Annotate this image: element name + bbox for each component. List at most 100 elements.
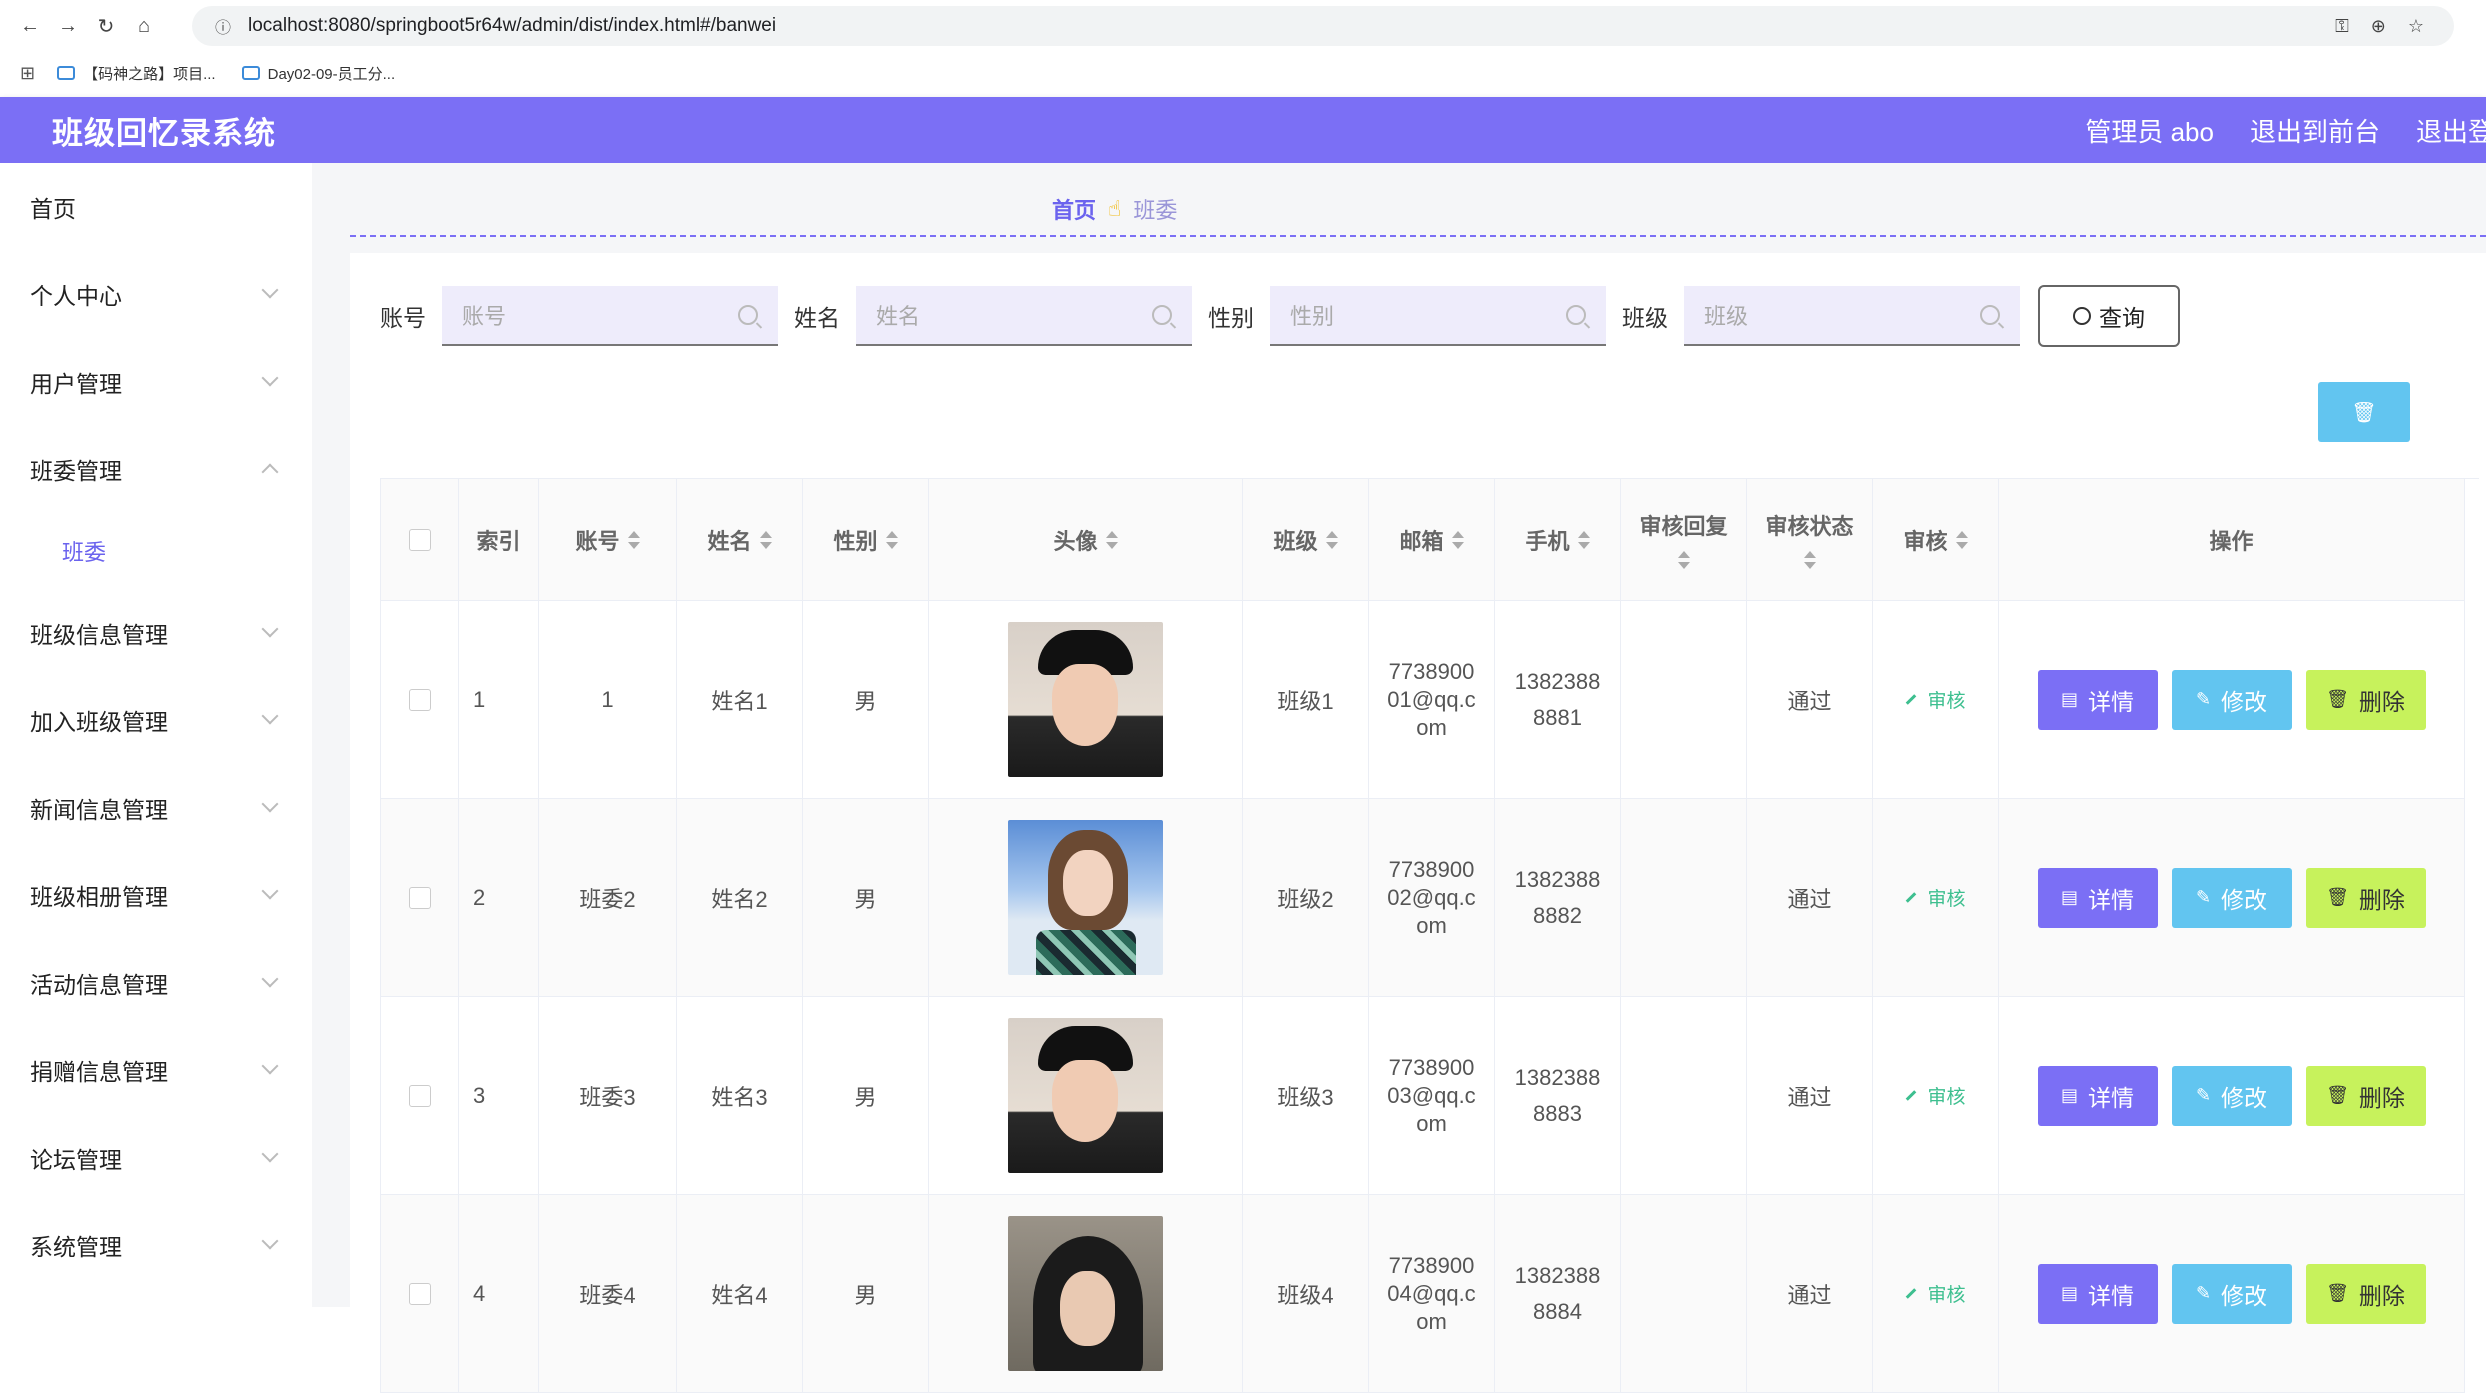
column-header-phone[interactable]: 手机 xyxy=(1495,479,1621,601)
row-checkbox[interactable] xyxy=(408,1282,431,1305)
email-line: 7738900 xyxy=(1388,1252,1475,1278)
column-header-reply[interactable]: 审核回复 xyxy=(1621,479,1747,601)
cell-gender: 男 xyxy=(803,601,929,799)
edit-button[interactable]: ✎ 修改 xyxy=(2171,669,2292,730)
column-header-audit[interactable]: 审核 xyxy=(1873,479,1999,601)
detail-button[interactable]: ▤ 详情 xyxy=(2037,1263,2158,1324)
gender-search-input[interactable]: 性别 xyxy=(1270,286,1606,346)
sidebar-item-donation[interactable]: 捐赠信息管理 xyxy=(0,1027,312,1115)
sort-icon[interactable] xyxy=(1105,529,1118,551)
zoom-icon[interactable]: ⊕ xyxy=(2371,16,2386,37)
sort-icon[interactable] xyxy=(627,529,640,551)
url-text[interactable]: localhost:8080/springboot5r64w/admin/dis… xyxy=(248,15,776,37)
column-header-email[interactable]: 邮箱 xyxy=(1369,479,1495,601)
column-header-gender[interactable]: 性别 xyxy=(803,479,929,601)
row-checkbox[interactable] xyxy=(408,688,431,711)
sidebar-item-committee-management[interactable]: 班委管理 xyxy=(0,426,312,514)
sort-icon[interactable] xyxy=(1451,529,1464,551)
batch-delete-button[interactable]: 🗑 xyxy=(2318,382,2410,442)
admin-user-label: 管理员 abo xyxy=(2085,116,2214,147)
home-icon[interactable]: ⌂ xyxy=(128,10,160,42)
exit-to-front-link[interactable]: 退出到前台 xyxy=(2250,112,2380,149)
avatar xyxy=(1008,622,1163,777)
sidebar-subitem-committee[interactable]: 班委 xyxy=(0,513,312,589)
row-checkbox[interactable] xyxy=(408,886,431,909)
sort-icon[interactable] xyxy=(1577,529,1590,551)
apps-grid-icon[interactable]: ⊞ xyxy=(20,63,35,84)
cell-gender: 男 xyxy=(803,997,929,1195)
address-bar[interactable]: ⓘ localhost:8080/springboot5r64w/admin/d… xyxy=(192,6,2454,46)
sidebar-item-personal-center[interactable]: 个人中心 xyxy=(0,251,312,339)
delete-button[interactable]: 🗑 删除 xyxy=(2305,669,2426,730)
cell-name: 姓名4 xyxy=(677,1195,803,1393)
sidebar-item-system[interactable]: 系统管理 xyxy=(0,1202,312,1290)
delete-button[interactable]: 🗑 删除 xyxy=(2305,1065,2426,1126)
sidebar-item-class-info[interactable]: 班级信息管理 xyxy=(0,589,312,677)
account-search-input[interactable]: 账号 xyxy=(442,286,778,346)
delete-button[interactable]: 🗑 删除 xyxy=(2305,867,2426,928)
column-header-account[interactable]: 账号 xyxy=(539,479,677,601)
audit-link[interactable]: 审核 xyxy=(1905,1082,1966,1109)
class-search-input[interactable]: 班级 xyxy=(1684,286,2020,346)
sort-icon[interactable] xyxy=(1955,529,1968,551)
sort-icon[interactable] xyxy=(759,529,772,551)
phone-line: 8881 xyxy=(1533,704,1582,730)
search-label-class: 班级 xyxy=(1622,305,1668,331)
sidebar-item-forum[interactable]: 论坛管理 xyxy=(0,1114,312,1202)
detail-button[interactable]: ▤ 详情 xyxy=(2037,1065,2158,1126)
cell-index: 2 xyxy=(459,799,539,997)
key-icon[interactable]: ⚿ xyxy=(2335,16,2349,37)
sidebar-item-home[interactable]: 首页 xyxy=(0,163,312,251)
sort-icon[interactable] xyxy=(1325,529,1338,551)
query-button[interactable]: 查询 xyxy=(2038,285,2180,347)
sidebar-item-album[interactable]: 班级相册管理 xyxy=(0,852,312,940)
edit-button[interactable]: ✎ 修改 xyxy=(2171,867,2292,928)
breadcrumb-home[interactable]: 首页 xyxy=(1052,193,1096,225)
back-icon[interactable]: ← xyxy=(14,10,46,42)
name-search-input[interactable]: 姓名 xyxy=(856,286,1192,346)
email-line: 04@qq.c xyxy=(1387,1280,1476,1306)
sidebar-item-activity[interactable]: 活动信息管理 xyxy=(0,939,312,1027)
bookmark-item[interactable]: 【码神之路】项目... xyxy=(57,63,216,84)
column-header-avatar[interactable]: 头像 xyxy=(929,479,1243,601)
input-placeholder: 班级 xyxy=(1704,304,1749,329)
row-select-cell xyxy=(381,1195,459,1393)
avatar xyxy=(1008,1018,1163,1173)
star-icon[interactable]: ☆ xyxy=(2408,16,2424,37)
column-header-class[interactable]: 班级 xyxy=(1243,479,1369,601)
select-all-checkbox[interactable] xyxy=(408,528,431,551)
sort-icon[interactable] xyxy=(1803,549,1816,571)
select-all-cell xyxy=(381,479,459,601)
row-checkbox[interactable] xyxy=(408,1084,431,1107)
edit-button[interactable]: ✎ 修改 xyxy=(2171,1065,2292,1126)
cell-reply xyxy=(1621,1195,1747,1393)
sidebar-item-join-class[interactable]: 加入班级管理 xyxy=(0,677,312,765)
edit-button[interactable]: ✎ 修改 xyxy=(2171,1263,2292,1324)
sidebar-item-news[interactable]: 新闻信息管理 xyxy=(0,764,312,852)
site-info-icon[interactable]: ⓘ xyxy=(210,13,236,39)
audit-link[interactable]: 审核 xyxy=(1905,1280,1966,1307)
sidebar-item-label: 新闻信息管理 xyxy=(30,796,168,823)
reload-icon[interactable]: ↻ xyxy=(90,10,122,42)
detail-button[interactable]: ▤ 详情 xyxy=(2037,867,2158,928)
bookmark-item[interactable]: Day02-09-员工分... xyxy=(241,63,395,84)
logout-link[interactable]: 退出登录 xyxy=(2416,112,2486,149)
sort-icon[interactable] xyxy=(1677,549,1690,571)
audit-link[interactable]: 审核 xyxy=(1905,686,1966,713)
detail-button[interactable]: ▤ 详情 xyxy=(2037,669,2158,730)
cell-audit: 审核 xyxy=(1873,1195,1999,1393)
sidebar-item-user-management[interactable]: 用户管理 xyxy=(0,338,312,426)
audit-link[interactable]: 审核 xyxy=(1905,884,1966,911)
cell-index: 4 xyxy=(459,1195,539,1393)
sidebar-item-label: 用户管理 xyxy=(30,370,122,397)
sidebar-item-label: 论坛管理 xyxy=(30,1146,122,1173)
sort-icon[interactable] xyxy=(885,529,898,551)
column-header-status[interactable]: 审核状态 xyxy=(1747,479,1873,601)
cell-status: 通过 xyxy=(1747,997,1873,1195)
search-form: 账号 账号 姓名 姓名 性别 性别 班级 班级 查询 xyxy=(380,285,2180,347)
table-row: 4 班委4 姓名4 男 班级4 7738900 04@qq.c om 1382388… xyxy=(381,1195,2479,1393)
delete-button[interactable]: 🗑 删除 xyxy=(2305,1263,2426,1324)
forward-icon[interactable]: → xyxy=(52,10,84,42)
column-header-name[interactable]: 姓名 xyxy=(677,479,803,601)
header-label: 头像 xyxy=(1053,528,1098,554)
